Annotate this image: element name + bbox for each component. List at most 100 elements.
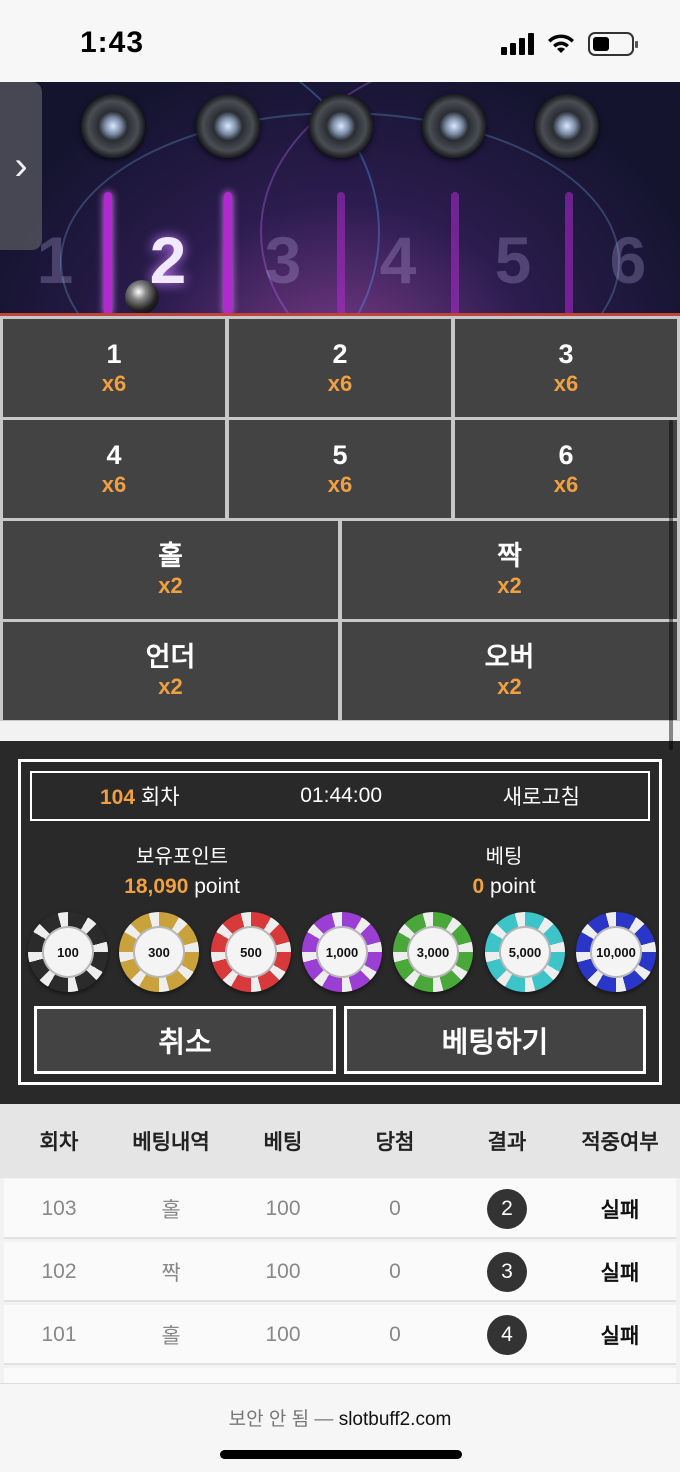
chip-value: 3,000	[407, 926, 459, 978]
bet-option-under[interactable]: 언더 x2	[3, 622, 338, 720]
chip-3000[interactable]: 3,000	[393, 912, 473, 992]
status-time: 1:43	[80, 26, 145, 59]
status-cell: 실패	[600, 1262, 640, 1285]
result-ball: 4	[487, 1315, 527, 1355]
table-row: 102 짝 100 0 3 실패	[4, 1242, 676, 1302]
bet-option-odd[interactable]: 홀 x2	[3, 521, 338, 619]
url-display[interactable]: 보안 안 됨 — slotbuff2.com	[0, 1404, 680, 1431]
chip-value: 10,000	[590, 926, 642, 978]
slot-divider	[104, 192, 112, 313]
chip-value: 500	[225, 926, 277, 978]
bet-points-unit: point	[484, 875, 536, 898]
bet-option-over[interactable]: 오버 x2	[342, 622, 677, 720]
drop-light-icon	[535, 94, 599, 158]
bet-option-multiplier: x6	[327, 371, 353, 396]
scrollbar[interactable]	[669, 420, 673, 750]
bet-option-3[interactable]: 3 x6	[455, 319, 677, 417]
held-points: 보유포인트 18,090 point	[21, 840, 343, 899]
bet-points-value: 0	[472, 875, 485, 898]
bet-option-5[interactable]: 5 x6	[229, 420, 451, 518]
chip-10000[interactable]: 10,000	[576, 912, 656, 992]
chevron-right-icon: ›	[14, 143, 28, 188]
status-cell: 실패	[600, 1199, 640, 1222]
bet-option-multiplier: x6	[553, 472, 579, 497]
betting-control-box: 104 회차 01:44:00 새로고침 보유포인트 18,090 point …	[18, 759, 662, 1085]
wifi-icon	[548, 34, 574, 53]
status-icons	[501, 32, 638, 56]
bet-option-2[interactable]: 2 x6	[229, 319, 451, 417]
side-panel-toggle[interactable]: ›	[0, 82, 42, 250]
bet-option-label: 3	[558, 339, 574, 369]
chip-500[interactable]: 500	[211, 912, 291, 992]
slot-divider	[451, 192, 459, 313]
browser-address-bar[interactable]: 보안 안 됨 — slotbuff2.com	[0, 1383, 680, 1472]
bet-option-multiplier: x2	[158, 573, 183, 598]
bet-option-label: 홀	[158, 541, 183, 571]
bet-history-table: 회차 베팅내역 베팅 당첨 결과 적중여부 103 홀 100 0 2 실패 1…	[0, 1104, 680, 1428]
bet-option-6[interactable]: 6 x6	[455, 420, 677, 518]
held-points-value: 18,090	[124, 875, 189, 898]
bet-cell: 100	[265, 1260, 301, 1283]
column-header: 베팅내역	[132, 1131, 210, 1154]
status-bar: 1:43	[0, 0, 680, 82]
chip-value: 1,000	[316, 926, 368, 978]
held-points-unit: point	[188, 875, 240, 898]
result-cell: 4	[452, 1305, 562, 1365]
chip-value: 100	[42, 926, 94, 978]
bet-option-label: 1	[106, 339, 122, 369]
round-label: 104 회차	[100, 781, 180, 811]
bet-option-multiplier: x6	[553, 371, 579, 396]
round-timer: 01:44:00	[300, 784, 382, 807]
chip-1000[interactable]: 1,000	[302, 912, 382, 992]
section-divider	[0, 721, 680, 741]
refresh-button[interactable]: 새로고침	[503, 781, 580, 811]
bet-cell: 100	[265, 1197, 301, 1220]
bet-option-even[interactable]: 짝 x2	[342, 521, 677, 619]
slot-number: 3	[264, 223, 302, 297]
bet-option-multiplier: x2	[158, 674, 183, 699]
cancel-button[interactable]: 취소	[34, 1006, 336, 1074]
bet-option-label: 언더	[145, 642, 196, 672]
home-indicator[interactable]	[220, 1450, 462, 1459]
drop-light-icon	[422, 94, 486, 158]
bet-option-label: 2	[332, 339, 348, 369]
column-header: 당첨	[375, 1131, 415, 1154]
insecure-label: 보안 안 됨 —	[228, 1409, 339, 1430]
chip-value: 5,000	[499, 926, 551, 978]
drop-light-icon	[309, 94, 373, 158]
bet-option-multiplier: x6	[101, 472, 127, 497]
drop-light-icon	[81, 94, 145, 158]
table-header: 회차 베팅내역 베팅 당첨 결과 적중여부	[0, 1104, 680, 1178]
bet-option-multiplier: x2	[497, 573, 522, 598]
bet-option-label: 짝	[497, 541, 522, 571]
bet-option-multiplier: x6	[101, 371, 127, 396]
round-info-bar: 104 회차 01:44:00 새로고침	[30, 771, 650, 821]
bet-cell: 100	[265, 1323, 301, 1346]
held-points-label: 보유포인트	[136, 846, 228, 868]
cellular-signal-icon	[501, 33, 534, 55]
chip-100[interactable]: 100	[28, 912, 108, 992]
win-cell: 0	[389, 1197, 401, 1220]
place-bet-button[interactable]: 베팅하기	[344, 1006, 646, 1074]
chip-value: 300	[133, 926, 185, 978]
slot-number: 5	[494, 223, 532, 297]
bet-option-grid: 1 x6 2 x6 3 x6 4 x6 5 x6 6 x6 홀 x2 짝 x2 …	[0, 316, 680, 721]
round-number: 104	[100, 786, 136, 809]
bet-option-4[interactable]: 4 x6	[3, 420, 225, 518]
chip-300[interactable]: 300	[119, 912, 199, 992]
ball-icon	[125, 280, 159, 313]
bet-points-label: 베팅	[485, 846, 523, 868]
round-cell: 102	[41, 1260, 77, 1283]
bet-option-label: 4	[106, 440, 122, 470]
game-animation-banner: 1 2 3 4 5 6	[0, 82, 680, 316]
drop-light-icon	[196, 94, 260, 158]
bet-option-1[interactable]: 1 x6	[3, 319, 225, 417]
chip-selector: 100 300 500 1,000 3,000 5,000 10,000	[28, 912, 656, 992]
round-cell: 103	[41, 1197, 77, 1220]
win-cell: 0	[389, 1260, 401, 1283]
win-cell: 0	[389, 1323, 401, 1346]
chip-5000[interactable]: 5,000	[485, 912, 565, 992]
points-row: 보유포인트 18,090 point 베팅 0 point	[21, 840, 665, 899]
column-header: 결과	[487, 1131, 527, 1154]
battery-icon	[588, 32, 638, 56]
